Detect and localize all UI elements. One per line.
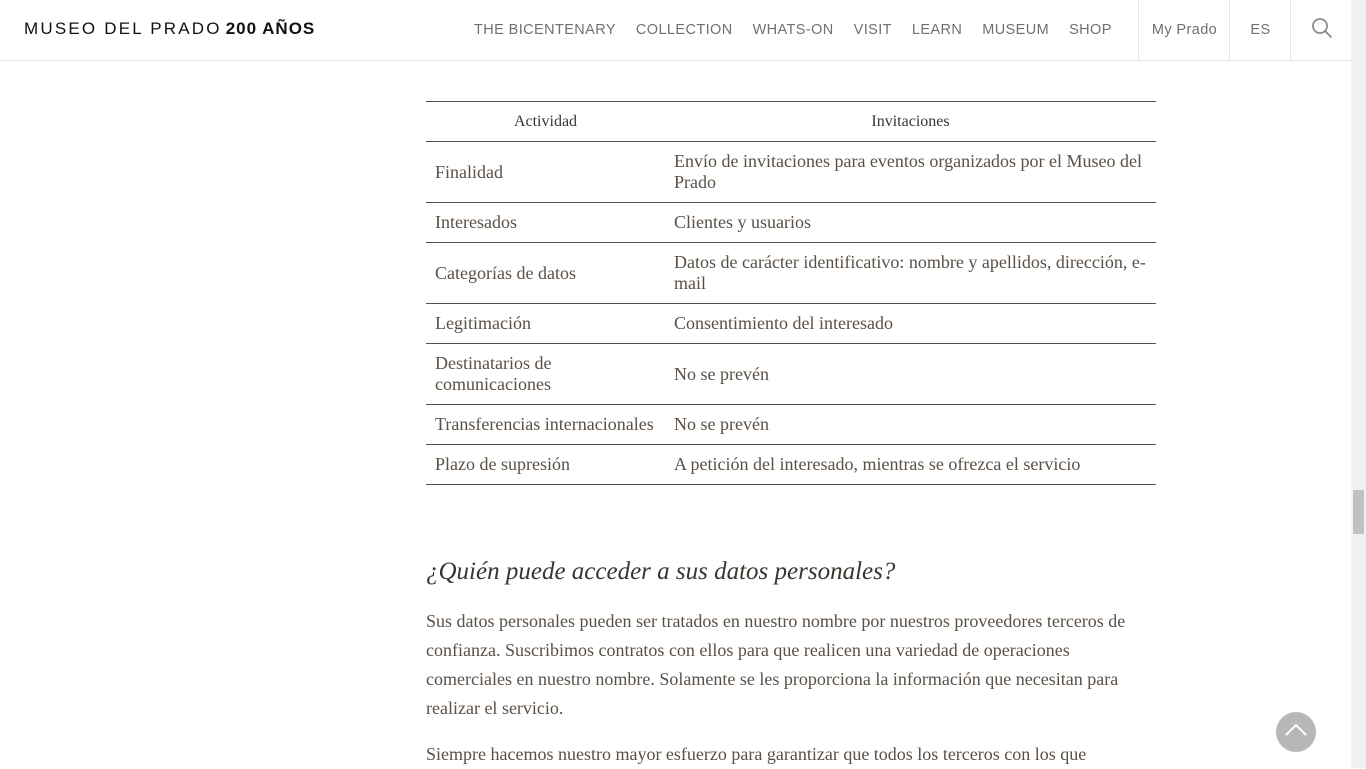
nav-item-learn[interactable]: LEARN	[902, 22, 972, 38]
table-header-row: Actividad Invitaciones	[426, 101, 1156, 142]
table-row: Transferencias internacionales No se pre…	[426, 404, 1156, 445]
row-value: Envío de invitaciones para eventos organ…	[665, 141, 1156, 203]
row-label: Plazo de supresión	[435, 454, 570, 474]
table-row: Categorías de datos Datos de carácter id…	[426, 242, 1156, 304]
main-nav: THE BICENTENARY COLLECTION WHATS-ON VISI…	[464, 0, 1122, 60]
table-row: Destinatarios de comunicaciones No se pr…	[426, 343, 1156, 405]
column-header-invitations: Invitaciones	[665, 101, 1156, 142]
my-prado-link[interactable]: My Prado	[1138, 0, 1230, 60]
site-header: MUSEO DEL PRADO 200 AÑOS THE BICENTENARY …	[0, 0, 1351, 61]
chevron-up-icon	[1284, 722, 1308, 743]
nav-item-whats-on[interactable]: WHATS-ON	[743, 22, 844, 38]
nav-item-collection[interactable]: COLLECTION	[626, 22, 743, 38]
nav-item-bicentenary[interactable]: THE BICENTENARY	[464, 22, 626, 38]
back-to-top-button[interactable]	[1276, 712, 1316, 752]
page-scrollbar[interactable]	[1351, 0, 1366, 768]
logo-text: MUSEO DEL PRADO	[24, 19, 222, 38]
row-label: Categorías de datos	[426, 242, 665, 304]
column-header-activity: Actividad	[426, 101, 665, 142]
row-value: Datos de carácter identificativo: nombre…	[665, 242, 1156, 304]
nav-item-museum[interactable]: MUSEUM	[972, 22, 1059, 38]
table-row: Interesados Clientes y usuarios	[426, 202, 1156, 243]
body-paragraph-continued: Siempre hacemos nuestro mayor esfuerzo p…	[426, 744, 1087, 764]
section-title: ¿Quién puede acceder a sus datos persona…	[426, 558, 896, 585]
row-value: Consentimiento del interesado	[665, 303, 1156, 344]
row-label: Finalidad	[426, 141, 665, 203]
search-icon	[1311, 17, 1333, 43]
row-value: No se prevén	[665, 404, 1156, 445]
search-button[interactable]	[1290, 0, 1352, 60]
row-label: Interesados	[426, 202, 665, 243]
nav-item-visit[interactable]: VISIT	[844, 22, 902, 38]
row-value: No se prevén	[665, 343, 1156, 405]
row-label: Transferencias internacionales	[426, 404, 665, 445]
table-row: Legitimación Consentimiento del interesa…	[426, 303, 1156, 344]
data-processing-table: Actividad Invitaciones Finalidad Envío d…	[426, 101, 1156, 485]
row-value: Clientes y usuarios	[665, 202, 1156, 243]
logo-years: 200 AÑOS	[225, 19, 316, 38]
data-table-wrapper: Actividad Invitaciones Finalidad Envío d…	[426, 101, 1156, 485]
nav-item-shop[interactable]: SHOP	[1059, 22, 1122, 38]
table-row: Plazo de supresión A petición del intere…	[426, 445, 1156, 485]
site-logo[interactable]: MUSEO DEL PRADO 200 AÑOS	[24, 19, 315, 39]
scrollbar-thumb[interactable]	[1353, 490, 1364, 534]
language-selector[interactable]: ES	[1229, 0, 1291, 60]
body-paragraph: Sus datos personales pueden ser tratados…	[426, 611, 1126, 718]
row-label: Legitimación	[426, 303, 665, 344]
table-row: Finalidad Envío de invitaciones para eve…	[426, 141, 1156, 203]
row-label: Destinatarios de comunicaciones	[426, 343, 665, 405]
row-value: A petición del interesado, mientras se o…	[674, 454, 1081, 474]
